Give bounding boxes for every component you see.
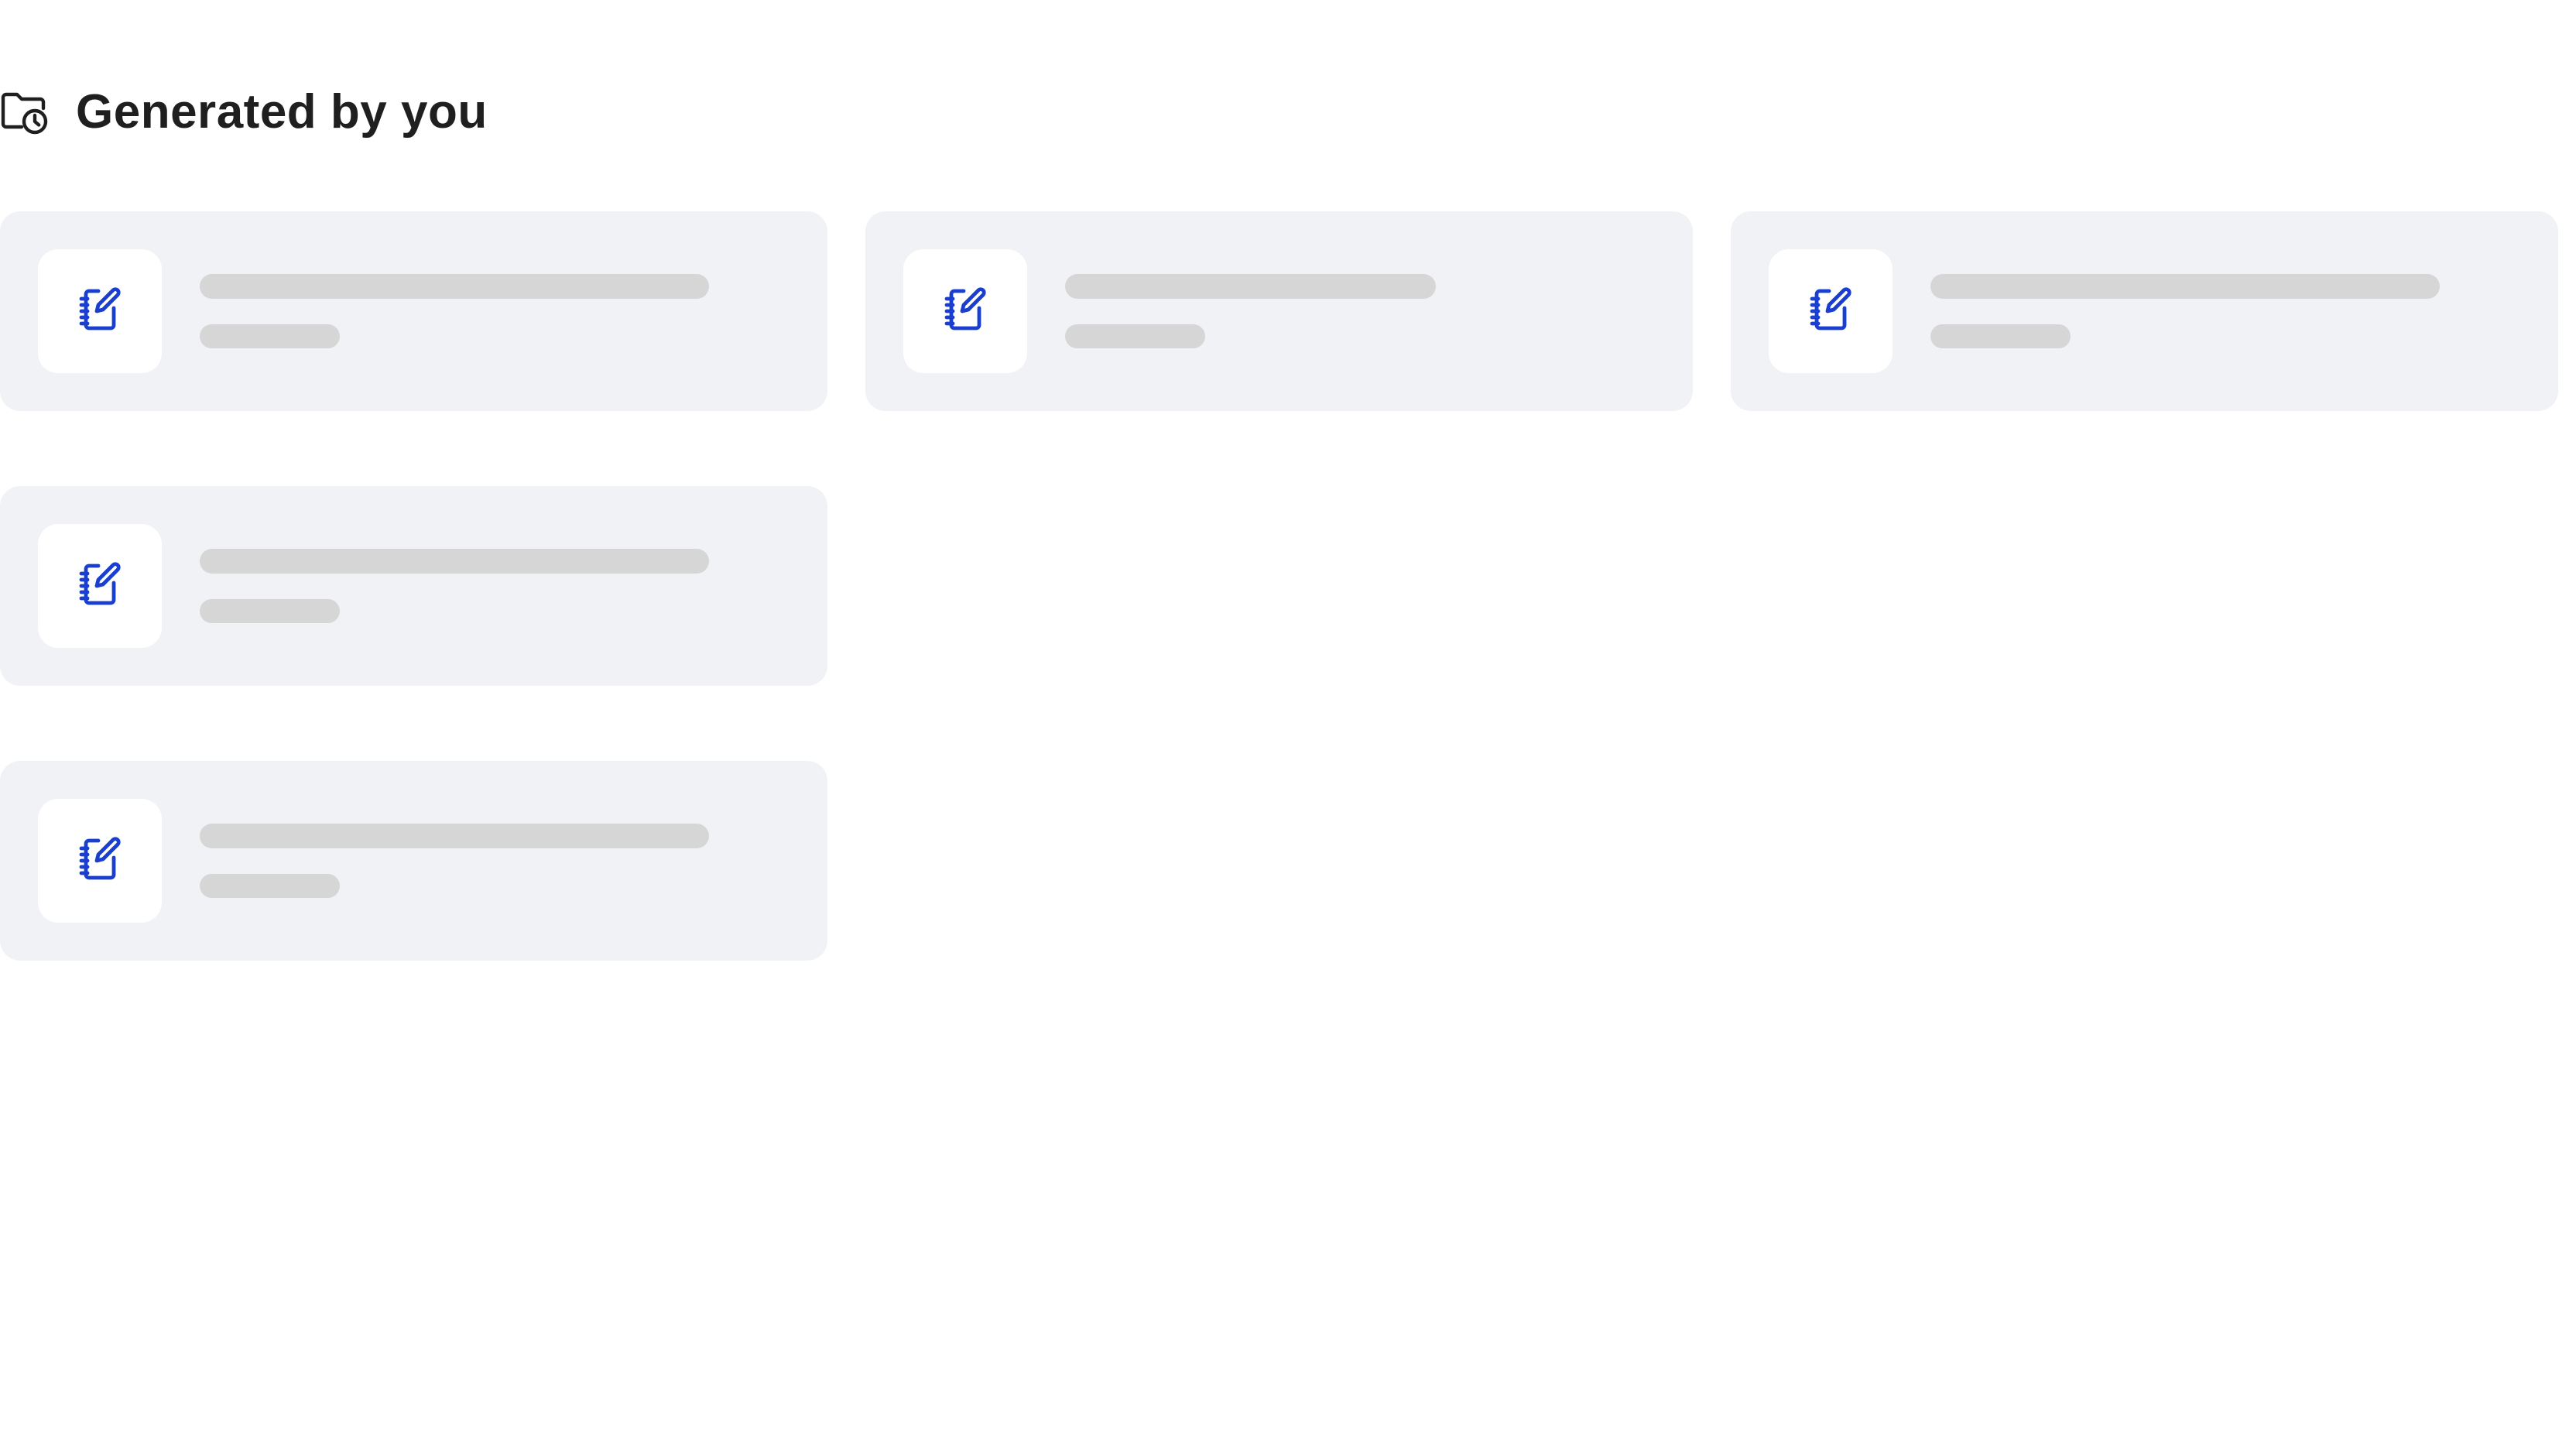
generated-item-card[interactable] xyxy=(0,761,827,961)
card-icon-container xyxy=(38,249,162,373)
generated-item-card[interactable] xyxy=(0,486,827,686)
title-skeleton xyxy=(200,824,709,848)
generated-item-card[interactable] xyxy=(865,211,1693,411)
notebook-edit-icon xyxy=(1806,285,1855,338)
subtitle-skeleton xyxy=(1065,324,1205,348)
title-skeleton xyxy=(1065,274,1436,299)
notebook-edit-icon xyxy=(75,285,125,338)
empty-grid-cell xyxy=(865,486,1693,686)
title-skeleton xyxy=(1930,274,2440,299)
empty-grid-cell xyxy=(1731,486,2558,686)
folder-clock-icon xyxy=(0,87,50,136)
card-icon-container xyxy=(1769,249,1893,373)
notebook-edit-icon xyxy=(75,834,125,888)
subtitle-skeleton xyxy=(200,599,340,623)
notebook-edit-icon xyxy=(75,560,125,613)
card-icon-container xyxy=(38,524,162,648)
notebook-edit-icon xyxy=(940,285,990,338)
generated-item-card[interactable] xyxy=(0,211,827,411)
title-skeleton xyxy=(200,549,709,574)
generated-item-card[interactable] xyxy=(1731,211,2558,411)
subtitle-skeleton xyxy=(1930,324,2071,348)
section-title: Generated by you xyxy=(76,84,488,139)
section-header: Generated by you xyxy=(0,80,488,142)
subtitle-skeleton xyxy=(200,324,340,348)
card-icon-container xyxy=(38,799,162,923)
subtitle-skeleton xyxy=(200,874,340,898)
generated-items-grid xyxy=(0,211,2559,961)
card-icon-container xyxy=(903,249,1027,373)
title-skeleton xyxy=(200,274,709,299)
